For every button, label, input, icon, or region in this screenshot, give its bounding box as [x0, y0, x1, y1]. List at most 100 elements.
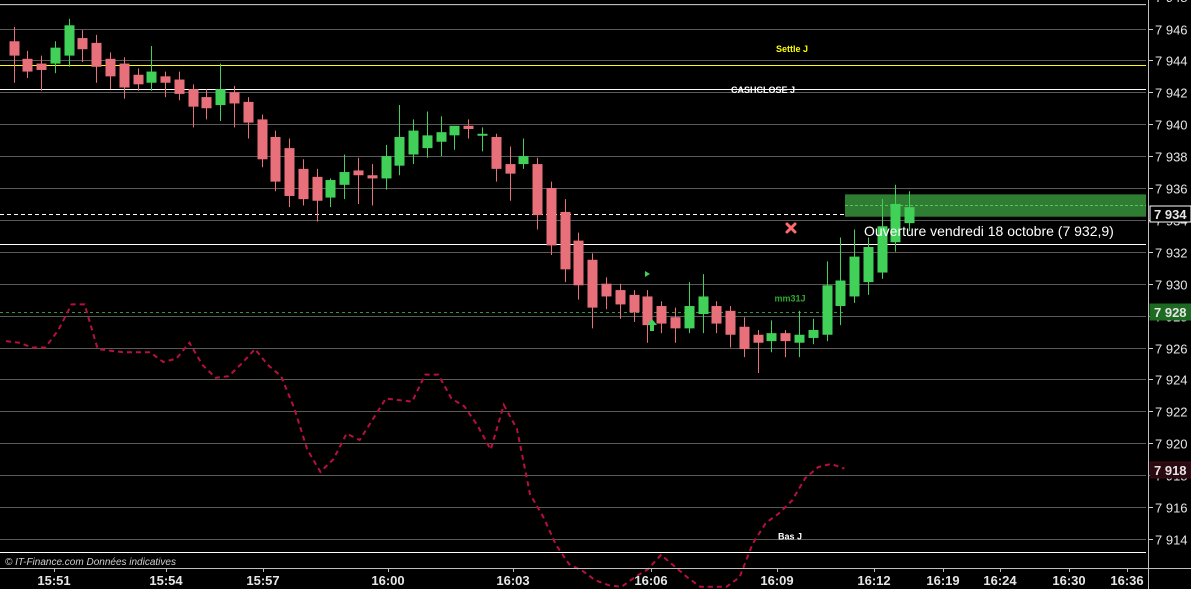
candle-body: [698, 296, 709, 315]
candle-body: [50, 47, 61, 64]
candle-body: [22, 58, 33, 72]
candle-body: [573, 240, 584, 286]
price-tick-label: 7 922: [1155, 405, 1188, 420]
price-tick-label: 7 920: [1155, 437, 1188, 452]
candle-body: [270, 136, 281, 182]
candle-body: [739, 326, 750, 350]
candle-body: [601, 283, 612, 297]
candle-body: [422, 135, 433, 149]
price-tick-label: 7 930: [1155, 278, 1188, 293]
level-label: Bas J: [778, 532, 802, 542]
price-tick-label: 7 914: [1155, 533, 1188, 548]
candle-body: [77, 38, 88, 50]
candle-body: [904, 207, 915, 224]
candle-body: [298, 168, 309, 200]
candle-body: [312, 176, 323, 201]
candle-body: [408, 130, 419, 155]
candle-body: [188, 89, 199, 107]
level-label: Settle J: [776, 44, 808, 54]
candle-body: [284, 148, 295, 196]
candle-body: [711, 306, 722, 324]
time-tick-label: 16:36: [1110, 573, 1143, 588]
price-tick-label: 7 936: [1155, 182, 1188, 197]
candle-body: [160, 76, 171, 83]
candle-body: [753, 334, 764, 343]
candle-body: [560, 211, 571, 270]
candle-body: [119, 63, 130, 88]
opening-band: [845, 194, 1146, 217]
time-tick-label: 16:24: [983, 573, 1017, 588]
opening-annotation: Ouverture vendredi 18 octobre (7 932,9): [864, 223, 1114, 239]
time-tick-label: 16:03: [496, 573, 529, 588]
candle-body: [353, 170, 364, 176]
candle-body: [477, 133, 488, 136]
green-price-tag-label: 7 928: [1154, 305, 1187, 320]
candle-body: [36, 63, 47, 70]
price-chart: 7 946 7 944 7 942 7 940 7 938 7 936 7 934 7 932…: [0, 0, 1191, 589]
candle-body: [215, 89, 226, 106]
candle-body: [684, 306, 695, 329]
candle-body: [105, 58, 116, 77]
candle-body: [9, 41, 20, 56]
time-tick-label: 16:19: [926, 573, 959, 588]
candle-body: [532, 164, 543, 216]
candle-body: [794, 334, 805, 343]
candle-body: [367, 175, 378, 179]
time-tick-label: 15:51: [37, 573, 70, 588]
candle-body: [863, 247, 874, 283]
level-label: CASHCLOSE J: [731, 85, 795, 95]
candle-body: [670, 317, 681, 329]
candle-body: [381, 156, 392, 179]
candle-body: [656, 306, 667, 324]
candle-body: [133, 74, 144, 85]
candle-body: [201, 97, 212, 109]
candle-body: [615, 290, 626, 305]
price-tick-label: 7 916: [1155, 501, 1188, 516]
candle-body: [394, 136, 405, 166]
candle-body: [505, 164, 516, 174]
candle-body: [780, 333, 791, 342]
time-tick-label: 16:06: [634, 573, 667, 588]
candle-body: [725, 310, 736, 335]
candle-body: [766, 333, 777, 342]
level-label: mm31J: [774, 293, 805, 303]
candle-body: [835, 280, 846, 307]
candle-body: [174, 79, 185, 94]
candle-body: [243, 101, 254, 123]
candle-body: [339, 172, 350, 185]
candle-body: [64, 25, 75, 56]
candle-body: [146, 71, 157, 83]
price-tick-label: 7 946: [1155, 23, 1188, 38]
data-credit: © IT-Finance.com Données indicatives: [5, 557, 176, 568]
time-tick-label: 16:30: [1052, 573, 1085, 588]
price-tick-label: 7 942: [1155, 86, 1188, 101]
price-tick-label: 7 948: [1155, 0, 1188, 5]
candle-body: [449, 125, 460, 136]
time-tick-label: 15:57: [246, 573, 279, 588]
candle-body: [587, 259, 598, 308]
candle-body: [257, 119, 268, 160]
candle-body: [325, 180, 336, 198]
candle-body: [91, 42, 102, 67]
time-tick-label: 16:00: [371, 573, 404, 588]
candle-body: [436, 132, 447, 142]
price-tick-label: 7 932: [1155, 246, 1188, 261]
candle-body: [822, 285, 833, 335]
price-tick-label: 7 926: [1155, 342, 1188, 357]
time-tick-label: 15:54: [149, 573, 183, 588]
candle-body: [491, 136, 502, 169]
candle-body: [629, 294, 640, 313]
last-price-tag-label: 7 934: [1154, 207, 1187, 222]
candle-body: [229, 92, 240, 104]
price-tick-label: 7 938: [1155, 150, 1188, 165]
price-tick-label: 7 940: [1155, 118, 1188, 133]
candle-body: [849, 256, 860, 297]
candle-body: [518, 156, 529, 165]
time-tick-label: 16:12: [857, 573, 890, 588]
candle-body: [546, 188, 557, 246]
price-tick-label: 7 944: [1155, 54, 1188, 69]
candle-body: [808, 329, 819, 338]
price-tick-label: 7 924: [1155, 373, 1188, 388]
red-price-tag-label: 7 918: [1154, 463, 1187, 478]
time-tick-label: 16:09: [760, 573, 793, 588]
